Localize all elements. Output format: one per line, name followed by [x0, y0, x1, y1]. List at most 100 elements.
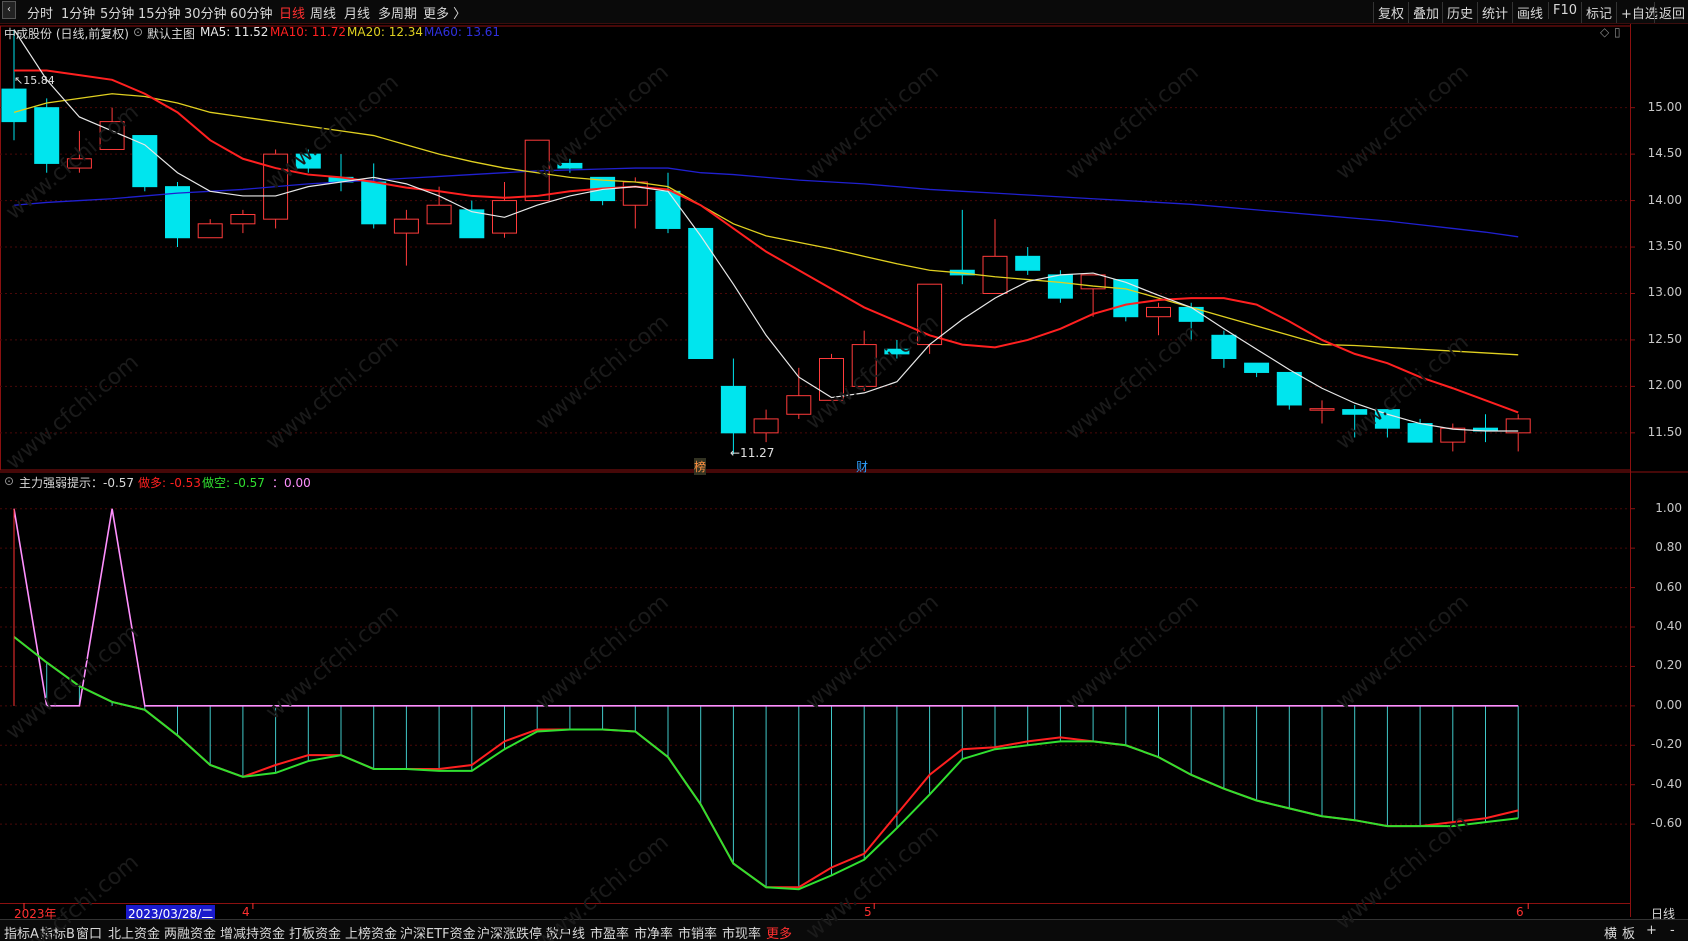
fuquan-button[interactable]: 复权 — [1373, 2, 1408, 23]
candle[interactable] — [1015, 247, 1041, 275]
f10-button[interactable]: F10 — [1548, 2, 1581, 19]
period-fenshi[interactable]: 分时 — [27, 3, 53, 22]
tab-indicator-b[interactable]: 指标B — [40, 923, 75, 941]
tab-retail-line[interactable]: 散户线 — [546, 923, 585, 941]
candle[interactable] — [917, 283, 943, 354]
period-5min[interactable]: 5分钟 — [100, 3, 134, 22]
candle[interactable] — [99, 107, 125, 150]
candle-body — [197, 223, 223, 239]
cai-marker[interactable]: 财 — [856, 458, 868, 475]
candle[interactable] — [361, 163, 387, 229]
candle[interactable] — [165, 182, 190, 248]
pane-toggle-icon[interactable]: ▯ — [1614, 25, 1621, 39]
candle[interactable] — [819, 353, 844, 401]
indicator-title: 主力强弱提示：-0.57 — [19, 476, 135, 490]
mark-button[interactable]: 标记 — [1581, 2, 1616, 23]
candle[interactable] — [492, 182, 517, 238]
candle-body — [557, 162, 583, 169]
candle[interactable] — [753, 409, 779, 443]
candle[interactable] — [263, 149, 289, 229]
candle[interactable] — [622, 177, 648, 229]
tab-limit-funds[interactable]: 打板资金 — [289, 923, 341, 941]
candle[interactable] — [295, 149, 321, 173]
candle[interactable] — [197, 219, 223, 239]
price-axis-label: 15.00 — [1647, 99, 1682, 114]
candle[interactable] — [884, 339, 910, 359]
candle-body — [132, 135, 158, 188]
zoom-out-button[interactable]: - — [1670, 923, 1675, 938]
candle[interactable] — [1178, 302, 1204, 340]
template-icon[interactable]: ⊙ — [133, 25, 143, 39]
candle[interactable] — [786, 367, 812, 419]
board-toggle[interactable]: 板 — [1622, 923, 1635, 941]
draw-line-button[interactable]: 画线 — [1512, 2, 1547, 23]
tab-window[interactable]: 窗口 — [76, 923, 102, 941]
candle[interactable] — [393, 209, 419, 266]
candle[interactable] — [1309, 400, 1335, 424]
candle-body — [1146, 306, 1171, 318]
indicator-duo: 做多: -0.53 — [138, 476, 201, 490]
period-weekly[interactable]: 周线 — [310, 3, 336, 22]
candle-body — [393, 218, 419, 234]
tab-limit-updown[interactable]: 沪深涨跌停 — [477, 923, 542, 941]
diamond-icon[interactable]: ◇ — [1600, 25, 1609, 39]
period-30min[interactable]: 30分钟 — [184, 3, 227, 22]
indicator-kong: 做空: -0.57 — [202, 476, 265, 490]
ma60-line — [13, 167, 1519, 238]
candle-body — [1244, 362, 1270, 373]
toolbar-toggle-icon[interactable]: ‹ — [2, 1, 16, 19]
tab-etf-funds[interactable]: 沪深ETF资金 — [400, 923, 476, 941]
history-button[interactable]: 历史 — [1442, 2, 1477, 23]
period-60min[interactable]: 60分钟 — [230, 3, 273, 22]
indicator-menu-icon[interactable]: ⊙ — [4, 474, 14, 488]
tab-ps[interactable]: 市销率 — [678, 923, 717, 941]
period-monthly[interactable]: 月线 — [344, 3, 370, 22]
candle[interactable] — [720, 358, 746, 455]
bang-marker[interactable]: 榜 — [694, 458, 707, 475]
period-15min[interactable]: 15分钟 — [138, 3, 181, 22]
period-more[interactable]: 更多 〉 — [423, 3, 466, 22]
candle-body — [459, 209, 485, 239]
candle-body — [622, 181, 648, 206]
candle[interactable] — [1244, 362, 1270, 378]
template-name[interactable]: 默认主图 — [147, 25, 195, 42]
month-label-6: 6 — [1516, 905, 1524, 919]
candle-body — [1015, 255, 1041, 271]
tab-more[interactable]: 更多 — [766, 923, 792, 941]
candle-body — [34, 107, 60, 164]
candle[interactable] — [459, 200, 485, 239]
period-daily[interactable]: 日线 — [279, 3, 305, 22]
candle[interactable] — [1473, 414, 1498, 443]
stats-button[interactable]: 统计 — [1477, 2, 1512, 23]
candle[interactable] — [34, 98, 60, 173]
back-button[interactable]: 返回 — [1654, 2, 1688, 23]
candle-body — [230, 214, 256, 225]
candle[interactable] — [1276, 371, 1302, 410]
tab-pcf[interactable]: 市现率 — [722, 923, 761, 941]
tab-list-funds[interactable]: 上榜资金 — [345, 923, 397, 941]
candle[interactable] — [132, 135, 158, 192]
tab-holding-change[interactable]: 增减持资金 — [220, 923, 285, 941]
tab-pb[interactable]: 市净率 — [634, 923, 673, 941]
chart-canvas[interactable] — [0, 24, 1688, 919]
candle[interactable] — [1505, 414, 1531, 452]
candle-body — [66, 158, 92, 169]
tab-margin[interactable]: 两融资金 — [164, 923, 216, 941]
candle[interactable] — [1211, 330, 1237, 368]
overlay-button[interactable]: 叠加 — [1408, 2, 1443, 23]
tab-northbound[interactable]: 北上资金 — [108, 923, 160, 941]
period-multi[interactable]: 多周期 — [378, 3, 417, 22]
horizontal-toggle[interactable]: 横 — [1604, 923, 1617, 941]
period-1min[interactable]: 1分钟 — [61, 3, 95, 22]
candle[interactable] — [1146, 302, 1171, 336]
candle[interactable] — [1080, 274, 1106, 317]
candle[interactable] — [328, 154, 354, 192]
candle-body — [1, 88, 27, 123]
tab-pe[interactable]: 市盈率 — [590, 923, 629, 941]
candle[interactable] — [982, 219, 1008, 294]
zoom-in-button[interactable]: + — [1646, 923, 1657, 938]
candle[interactable] — [230, 209, 256, 234]
tab-indicator-a[interactable]: 指标A — [4, 923, 39, 941]
candle[interactable] — [1407, 418, 1433, 443]
candle[interactable] — [66, 130, 92, 173]
